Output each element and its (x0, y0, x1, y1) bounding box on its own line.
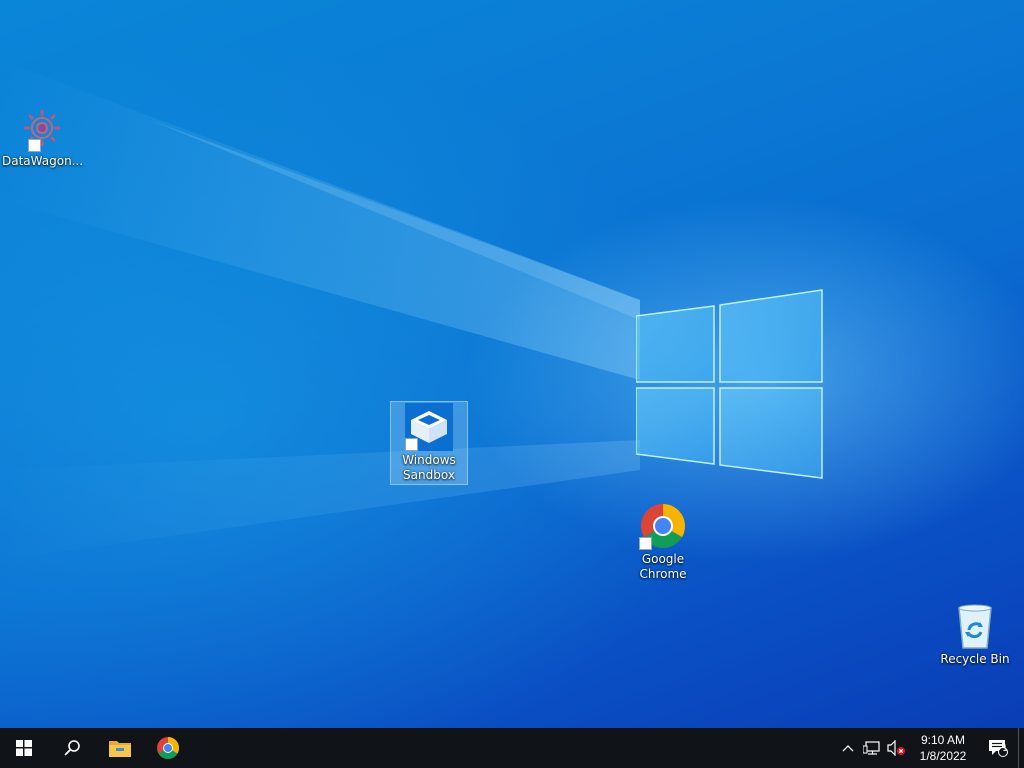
search-button[interactable] (48, 728, 96, 768)
label-line-2: Chrome (639, 567, 687, 581)
wallpaper-light-beams (0, 60, 640, 560)
notification-count-badge: 1 (1002, 743, 1008, 753)
search-icon (64, 740, 80, 756)
shortcut-arrow-icon (405, 438, 418, 451)
recycle-bin-icon (951, 602, 999, 650)
taskbar-file-explorer[interactable] (96, 728, 144, 768)
datawagon-gear-icon (16, 104, 64, 152)
desktop-icon-label: DataWagon... (2, 154, 84, 168)
chrome-icon (157, 737, 179, 759)
network-button[interactable] (860, 728, 884, 768)
label-line-1: Google (641, 552, 685, 566)
desktop-icon-label: Recycle Bin (940, 652, 1010, 666)
shortcut-arrow-icon (28, 139, 41, 152)
taskbar-chrome[interactable] (144, 728, 192, 768)
show-desktop-button[interactable] (1018, 728, 1024, 768)
desktop-icon-datawagon[interactable]: DataWagon... (2, 104, 84, 169)
taskbar: 9:10 AM 1/8/2022 1 (0, 728, 1024, 768)
show-hidden-icons-button[interactable] (836, 728, 860, 768)
desktop-icon-windows-sandbox[interactable]: Windows Sandbox (390, 401, 468, 485)
desktop[interactable]: DataWagon... Windows Sandbox Google Chro… (0, 0, 1024, 728)
desktop-icon-label: Google Chrome (625, 552, 701, 582)
start-button[interactable] (0, 728, 48, 768)
label-line-1: Windows (402, 453, 456, 467)
desktop-icon-google-chrome[interactable]: Google Chrome (625, 502, 701, 582)
shortcut-arrow-icon (639, 537, 652, 550)
file-explorer-icon (109, 741, 131, 757)
chevron-up-icon (842, 745, 854, 752)
label-line-2: Sandbox (403, 468, 455, 482)
clock[interactable]: 9:10 AM 1/8/2022 (908, 732, 978, 764)
action-center-button[interactable]: 1 (978, 728, 1018, 768)
volume-muted-icon (887, 740, 905, 756)
network-icon (863, 741, 880, 755)
windows-wallpaper-logo (636, 289, 823, 479)
system-tray: 9:10 AM 1/8/2022 1 (836, 728, 1024, 768)
volume-button[interactable] (884, 728, 908, 768)
desktop-icon-recycle-bin[interactable]: Recycle Bin (937, 602, 1013, 667)
windows-sandbox-icon (405, 403, 453, 451)
desktop-icon-label: Windows Sandbox (391, 453, 467, 483)
chrome-icon (639, 502, 687, 550)
windows-start-icon (16, 740, 32, 756)
clock-time: 9:10 AM (920, 733, 966, 747)
clock-date: 1/8/2022 (919, 749, 967, 763)
